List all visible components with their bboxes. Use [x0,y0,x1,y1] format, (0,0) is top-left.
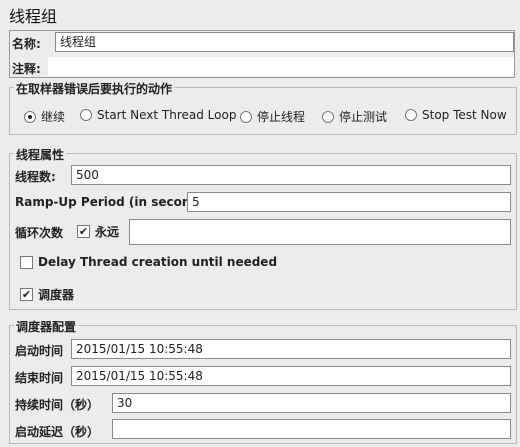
radio-stop-thread-button[interactable] [240,110,252,123]
radio-stop-test-button[interactable] [322,110,334,123]
startup-delay-label: 启动延迟（秒） [15,425,100,439]
start-time-label: 启动时间 [15,344,64,358]
delay-thread-check-box[interactable] [20,255,33,269]
scheduler-config-legend: 调度器配置 [14,318,79,335]
radio-stop-test-label: 停止测试 [339,110,388,124]
scheduler-check-icon[interactable]: ✔ [20,288,33,301]
radio-stop-test-now[interactable]: Stop Test Now [405,108,507,122]
radio-continue-label: 继续 [41,110,66,124]
start-time-field[interactable]: 2015/01/15 10:55:48 [71,339,511,359]
rampup-field[interactable]: 5 [187,192,511,212]
end-time-label: 结束时间 [15,371,64,385]
startup-delay-field[interactable] [112,419,511,439]
radio-stop-test-now-button[interactable] [405,109,417,121]
radio-stop-test-now-label: Stop Test Now [422,108,507,122]
threads-field[interactable]: 500 [71,165,511,185]
forever-label: 永远 [95,225,120,239]
loop-count-field[interactable] [129,219,511,245]
radio-stop-thread[interactable]: 停止线程 [240,108,305,125]
name-field[interactable]: 线程组 [55,32,514,52]
comment-field[interactable] [48,57,514,76]
radio-start-next-loop-label: Start Next Thread Loop [97,108,237,122]
duration-label: 持续时间（秒） [15,398,100,412]
scheduler-label: 调度器 [38,288,75,302]
duration-field[interactable]: 30 [112,393,511,413]
scheduler-checkbox[interactable]: ✔ 调度器 [20,286,74,303]
radio-continue-button[interactable] [24,110,36,123]
page-title: 线程组 [9,7,58,26]
delay-thread-label: Delay Thread creation until needed [38,255,278,269]
radio-stop-test[interactable]: 停止测试 [322,108,387,125]
threads-label: 线程数: [15,170,56,184]
radio-start-next-loop[interactable]: Start Next Thread Loop [80,108,236,122]
error-action-legend: 在取样器错误后要执行的动作 [14,80,175,97]
name-label: 名称: [12,37,41,51]
radio-start-next-loop-button[interactable] [80,109,92,121]
end-time-field[interactable]: 2015/01/15 10:55:48 [71,366,511,386]
forever-check-icon[interactable]: ✔ [77,225,90,238]
delay-thread-checkbox[interactable]: Delay Thread creation until needed [20,255,277,269]
comment-label: 注释: [12,62,41,76]
loop-count-label: 循环次数 [15,226,64,240]
radio-continue[interactable]: 继续 [24,108,65,125]
thread-properties-legend: 线程属性 [14,146,67,163]
radio-stop-thread-label: 停止线程 [257,110,306,124]
forever-checkbox[interactable]: ✔ 永远 [77,223,119,240]
